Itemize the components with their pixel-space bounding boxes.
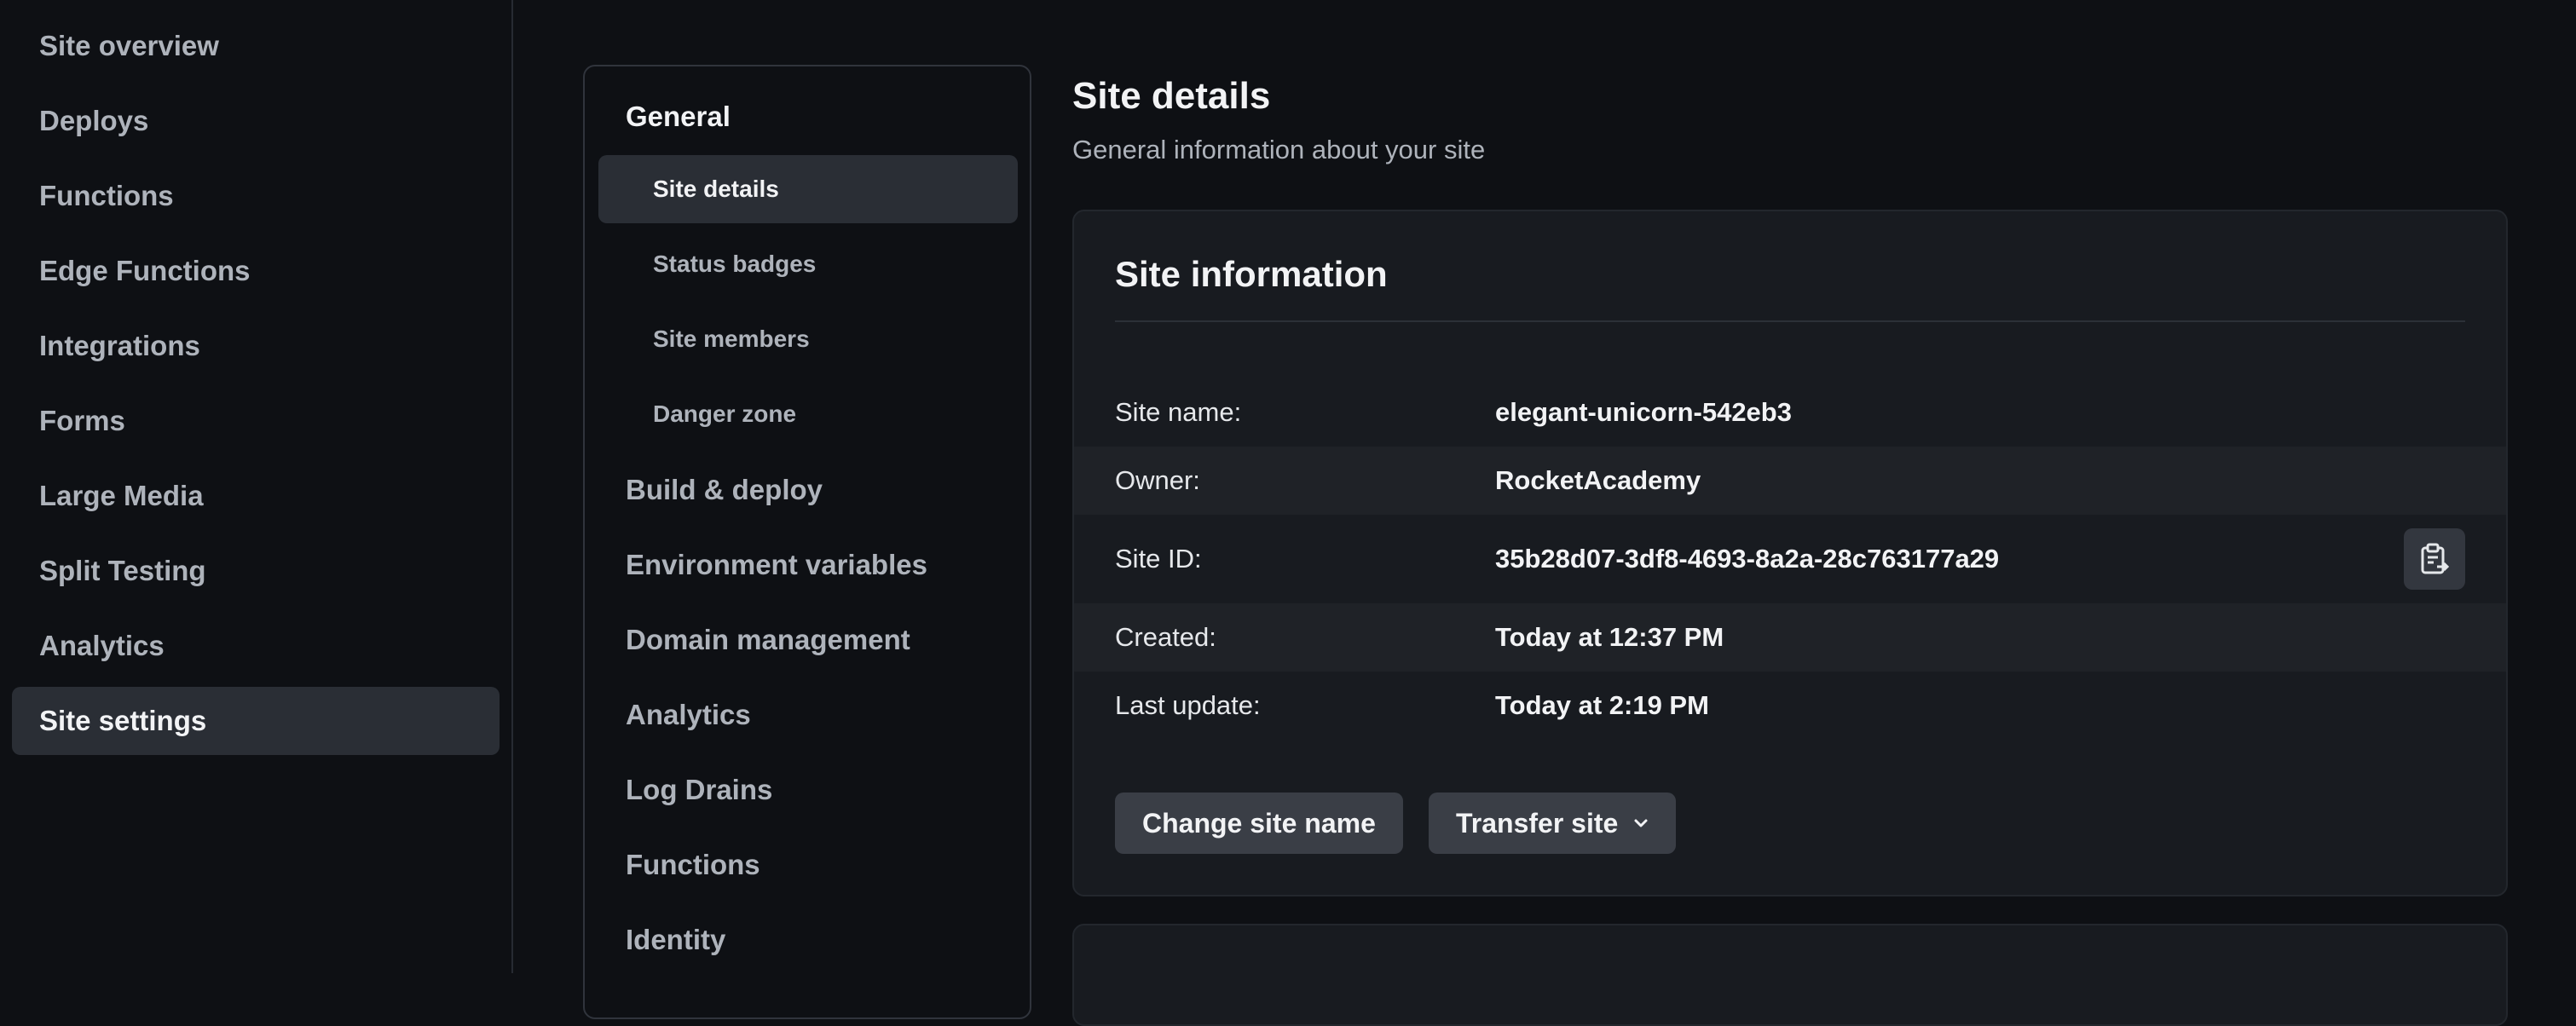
info-value: RocketAcademy — [1495, 465, 1701, 495]
subnav-status-badges[interactable]: Status badges — [598, 230, 1018, 298]
card-title: Site information — [1115, 254, 1388, 294]
info-label: Site name: — [1115, 397, 1242, 427]
subnav-functions[interactable]: Functions — [626, 849, 760, 881]
page-subtitle: General information about your site — [1072, 135, 1486, 164]
nav-site-overview[interactable]: Site overview — [12, 12, 500, 80]
subnav-identity[interactable]: Identity — [626, 924, 725, 956]
nav-integrations[interactable]: Integrations — [12, 312, 500, 380]
info-label: Site ID: — [1115, 544, 1202, 574]
chevron-down-icon — [1633, 818, 1649, 828]
subnav-site-details[interactable]: Site details — [598, 155, 1018, 223]
info-row-last-update: Last update: Today at 2:19 PM — [1074, 672, 2506, 740]
divider — [1115, 320, 2465, 322]
site-information-card: Site information Site name: elegant-unic… — [1072, 210, 2508, 896]
info-value: elegant-unicorn-542eb3 — [1495, 397, 1792, 427]
button-label: Transfer site — [1456, 807, 1619, 839]
nav-analytics[interactable]: Analytics — [12, 612, 500, 680]
clipboard-copy-icon — [2421, 543, 2449, 574]
subnav-environment-variables[interactable]: Environment variables — [626, 549, 927, 581]
nav-edge-functions[interactable]: Edge Functions — [12, 237, 500, 305]
nav-site-settings[interactable]: Site settings — [12, 687, 500, 755]
transfer-site-button[interactable]: Transfer site — [1429, 793, 1677, 854]
subnav-log-drains[interactable]: Log Drains — [626, 774, 772, 806]
info-row-created: Created: Today at 12:37 PM — [1074, 603, 2506, 672]
settings-subnav: General Site details Status badges Site … — [583, 65, 1031, 1019]
next-settings-card — [1072, 924, 2508, 1026]
subnav-analytics[interactable]: Analytics — [626, 699, 751, 731]
info-row-owner: Owner: RocketAcademy — [1074, 447, 2506, 515]
nav-large-media[interactable]: Large Media — [12, 462, 500, 530]
info-label: Owner: — [1115, 465, 1200, 495]
info-value: Today at 2:19 PM — [1495, 690, 1709, 720]
info-row-site-id: Site ID: 35b28d07-3df8-4693-8a2a-28c7631… — [1074, 515, 2506, 603]
subnav-build-deploy[interactable]: Build & deploy — [626, 474, 823, 506]
nav-functions[interactable]: Functions — [12, 162, 500, 230]
subnav-domain-management[interactable]: Domain management — [626, 624, 910, 656]
button-label: Change site name — [1142, 807, 1376, 839]
info-value: 35b28d07-3df8-4693-8a2a-28c763177a29 — [1495, 544, 2000, 574]
info-label: Last update: — [1115, 690, 1261, 720]
change-site-name-button[interactable]: Change site name — [1115, 793, 1403, 854]
subnav-danger-zone[interactable]: Danger zone — [598, 380, 1018, 448]
site-nav: Site overview Deploys Functions Edge Fun… — [0, 0, 513, 973]
info-row-site-name: Site name: elegant-unicorn-542eb3 — [1074, 378, 2506, 447]
info-label: Created: — [1115, 622, 1216, 652]
info-value: Today at 12:37 PM — [1495, 622, 1724, 652]
nav-deploys[interactable]: Deploys — [12, 87, 500, 155]
nav-split-testing[interactable]: Split Testing — [12, 537, 500, 605]
nav-forms[interactable]: Forms — [12, 387, 500, 455]
page-title: Site details — [1072, 75, 1271, 117]
copy-site-id-button[interactable] — [2404, 528, 2465, 590]
subnav-site-members[interactable]: Site members — [598, 305, 1018, 373]
subnav-general[interactable]: General — [626, 101, 731, 133]
